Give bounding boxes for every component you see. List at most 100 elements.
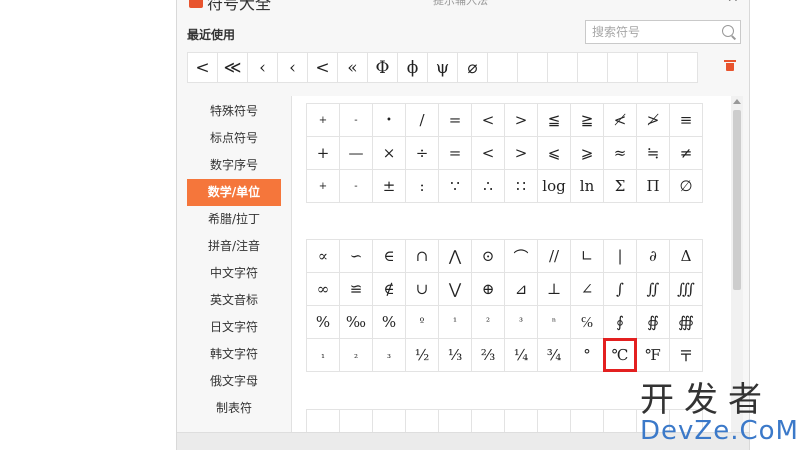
recent-symbol-cell[interactable]: < <box>187 52 218 83</box>
symbol-cell[interactable]: ln <box>570 169 604 203</box>
recent-symbol-cell[interactable]: ϕ <box>397 52 428 83</box>
symbol-cell[interactable]: : <box>405 169 439 203</box>
recent-symbol-cell[interactable]: ⌀ <box>457 52 488 83</box>
symbol-cell[interactable]: ≯ <box>636 103 670 137</box>
symbol-cell[interactable]: ≧ <box>570 103 604 137</box>
symbol-cell[interactable]: ≦ <box>537 103 571 137</box>
symbol-cell[interactable]: ⩽ <box>537 136 571 170</box>
symbol-cell[interactable]: ½ <box>405 338 439 372</box>
symbol-cell[interactable]: ∭ <box>669 272 703 306</box>
symbol-cell[interactable]: log <box>537 169 571 203</box>
symbol-cell[interactable]: ¹ <box>438 305 472 339</box>
symbol-cell[interactable]: ÷ <box>405 136 439 170</box>
symbol-cell[interactable]: ≠ <box>669 136 703 170</box>
category-item[interactable]: 中文字符 <box>187 260 281 287</box>
symbol-cell[interactable]: ⩾ <box>570 136 604 170</box>
symbol-cell[interactable]: ⌒ <box>504 239 538 273</box>
symbol-cell[interactable]: ∫ <box>603 272 637 306</box>
symbol-cell[interactable]: ℉ <box>636 338 670 372</box>
recent-symbol-cell[interactable]: Φ <box>367 52 398 83</box>
symbol-cell[interactable]: ∩ <box>405 239 439 273</box>
symbol-cell[interactable]: ⋁ <box>438 272 472 306</box>
symbol-cell[interactable]: ± <box>372 169 406 203</box>
symbol-cell[interactable]: ∵ <box>438 169 472 203</box>
symbol-cell[interactable]: < <box>471 136 505 170</box>
symbol-cell[interactable]: ¼ <box>504 338 538 372</box>
recent-symbol-cell[interactable] <box>517 52 548 83</box>
symbol-cell[interactable]: ⊥ <box>537 272 571 306</box>
recent-symbol-cell[interactable]: ≪ <box>217 52 248 83</box>
symbol-cell[interactable]: ₂ <box>339 338 373 372</box>
recent-symbol-cell[interactable] <box>547 52 578 83</box>
symbol-cell[interactable]: ¾ <box>537 338 571 372</box>
symbol-cell[interactable]: ∪ <box>405 272 439 306</box>
symbol-cell[interactable]: ≌ <box>339 272 373 306</box>
symbol-cell[interactable]: • <box>372 103 406 137</box>
symbol-cell[interactable]: ⅔ <box>471 338 505 372</box>
scroll-up-icon[interactable] <box>733 99 741 104</box>
symbol-cell[interactable]: + <box>306 169 340 203</box>
symbol-cell[interactable]: ≒ <box>636 136 670 170</box>
recent-symbol-cell[interactable] <box>607 52 638 83</box>
symbol-cell[interactable]: ∰ <box>669 305 703 339</box>
symbol-cell[interactable]: 〒 <box>669 338 703 372</box>
symbol-cell[interactable]: // <box>537 239 571 273</box>
recent-symbol-cell[interactable]: « <box>337 52 368 83</box>
symbol-cell[interactable]: ∽ <box>339 239 373 273</box>
symbol-cell[interactable]: / <box>405 103 439 137</box>
symbol-cell[interactable]: ∴ <box>471 169 505 203</box>
category-item[interactable]: 数学/单位 <box>187 179 281 206</box>
symbol-cell[interactable]: ∈ <box>372 239 406 273</box>
search-input[interactable] <box>592 23 712 41</box>
symbol-cell[interactable]: ∟ <box>570 239 604 273</box>
category-item[interactable]: 俄文字母 <box>187 368 281 395</box>
symbol-cell[interactable]: ∷ <box>504 169 538 203</box>
title-bar[interactable]: 符号大全 提示辅入法 ✕ <box>177 0 749 14</box>
category-item[interactable]: 数字序号 <box>187 152 281 179</box>
symbol-cell[interactable]: ⅓ <box>438 338 472 372</box>
symbol-cell[interactable]: < <box>471 103 505 137</box>
recent-symbol-cell[interactable] <box>637 52 668 83</box>
symbol-cell[interactable]: - <box>339 103 373 137</box>
symbol-cell[interactable]: % <box>306 305 340 339</box>
close-icon[interactable]: ✕ <box>727 0 739 6</box>
symbol-cell[interactable]: ∯ <box>636 305 670 339</box>
symbol-cell[interactable]: Σ <box>603 169 637 203</box>
symbol-cell[interactable]: ℅ <box>570 305 604 339</box>
symbol-cell[interactable]: ∅ <box>669 169 703 203</box>
symbol-cell[interactable]: ≮ <box>603 103 637 137</box>
symbol-cell[interactable]: + <box>306 136 340 170</box>
symbol-cell[interactable]: ₁ <box>306 338 340 372</box>
symbol-cell[interactable]: ⊙ <box>471 239 505 273</box>
recent-symbol-cell[interactable]: < <box>307 52 338 83</box>
symbol-cell[interactable]: ° <box>570 338 604 372</box>
category-item[interactable]: 制表符 <box>187 395 281 422</box>
symbol-cell[interactable]: > <box>504 136 538 170</box>
symbol-cell[interactable]: ∮ <box>603 305 637 339</box>
symbol-cell[interactable]: ³ <box>504 305 538 339</box>
symbol-cell[interactable]: = <box>438 136 472 170</box>
recent-symbol-cell[interactable]: ‹ <box>247 52 278 83</box>
symbol-cell[interactable]: + <box>306 103 340 137</box>
symbol-cell[interactable]: > <box>504 103 538 137</box>
recent-symbol-cell[interactable]: ψ <box>427 52 458 83</box>
symbol-cell[interactable]: ∬ <box>636 272 670 306</box>
symbol-cell[interactable]: — <box>339 136 373 170</box>
scroll-thumb[interactable] <box>733 110 741 290</box>
search-box[interactable] <box>585 20 741 44</box>
category-item[interactable]: 英文音标 <box>187 287 281 314</box>
symbol-cell[interactable]: ∠ <box>570 272 604 306</box>
symbol-cell[interactable]: Δ <box>669 239 703 273</box>
symbol-cell[interactable]: ∉ <box>372 272 406 306</box>
symbol-cell[interactable]: ⋀ <box>438 239 472 273</box>
category-item[interactable]: 日文字符 <box>187 314 281 341</box>
recent-symbol-cell[interactable] <box>487 52 518 83</box>
symbol-cell[interactable]: ⊕ <box>471 272 505 306</box>
symbol-cell-celsius[interactable]: ℃ <box>603 338 637 372</box>
symbol-cell[interactable]: ≡ <box>669 103 703 137</box>
symbol-cell[interactable]: = <box>438 103 472 137</box>
search-icon[interactable] <box>722 25 734 37</box>
symbol-cell[interactable]: | <box>603 239 637 273</box>
symbol-cell[interactable]: ⊿ <box>504 272 538 306</box>
category-item[interactable]: 韩文字符 <box>187 341 281 368</box>
